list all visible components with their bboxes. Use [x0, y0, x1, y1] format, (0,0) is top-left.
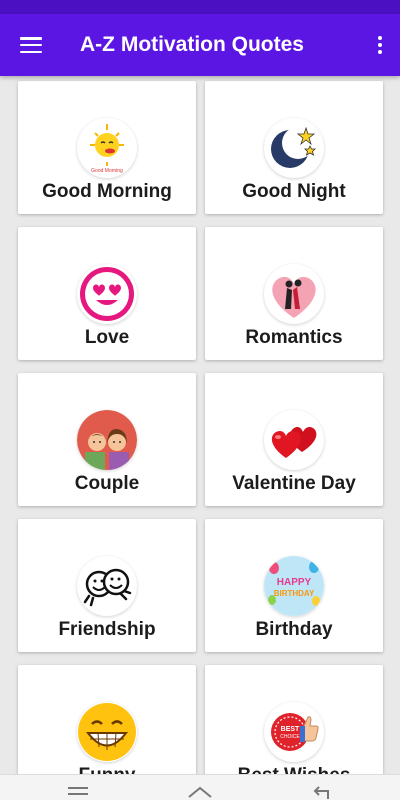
category-label: Couple	[74, 473, 140, 494]
back-icon[interactable]	[312, 785, 332, 800]
heart-eyes-emoji-icon	[77, 264, 137, 324]
app-bar: A-Z Motivation Quotes	[0, 14, 400, 76]
category-card-romantics[interactable]: Romantics	[205, 227, 383, 360]
badge-icon-text-2: CHOICE	[280, 734, 300, 740]
couple-icon	[77, 410, 137, 470]
category-label: Funny	[18, 765, 196, 774]
sun-icon: Good Morning	[77, 118, 137, 178]
category-label: Love	[84, 327, 130, 348]
hamburger-icon	[20, 37, 42, 53]
home-icon[interactable]	[187, 785, 213, 800]
category-card-birthday[interactable]: HAPPY BIRTHDAY Birthday	[205, 519, 383, 652]
category-grid: Good Morning Good Morning Good Night Lov…	[0, 76, 400, 774]
category-card-valentine-day[interactable]: Valentine Day	[205, 373, 383, 506]
thumbs-up-badge-icon: BEST CHOICE	[264, 702, 324, 762]
birthday-icon-text-2: BIRTHDAY	[274, 589, 315, 598]
birthday-icon-text-1: HAPPY	[277, 577, 312, 588]
couple-heart-icon	[264, 264, 324, 324]
more-options-button[interactable]	[360, 14, 400, 76]
birthday-balloons-icon: HAPPY BIRTHDAY	[264, 556, 324, 616]
app-title: A-Z Motivation Quotes	[80, 33, 304, 56]
category-card-good-morning[interactable]: Good Morning Good Morning	[18, 81, 196, 214]
friends-faces-icon	[77, 556, 137, 616]
status-bar	[0, 0, 400, 14]
category-label: Good Night	[242, 181, 346, 202]
category-card-good-night[interactable]: Good Night	[205, 81, 383, 214]
moon-stars-icon	[264, 118, 324, 178]
menu-icon[interactable]	[68, 785, 88, 800]
category-card-couple[interactable]: Couple	[18, 373, 196, 506]
category-label: Friendship	[58, 619, 156, 640]
menu-button[interactable]	[0, 14, 62, 76]
category-label: Good Morning	[42, 181, 172, 202]
category-card-funny[interactable]: Funny	[18, 665, 196, 774]
grinning-face-icon	[77, 702, 137, 762]
category-label: Best Wishes	[205, 765, 383, 774]
category-label: Birthday	[255, 619, 333, 640]
category-card-friendship[interactable]: Friendship	[18, 519, 196, 652]
more-vert-icon	[378, 36, 382, 54]
system-nav-bar	[0, 774, 400, 800]
sun-icon-text: Good Morning	[91, 168, 123, 174]
category-label: Romantics	[245, 327, 343, 348]
two-hearts-icon	[264, 410, 324, 470]
badge-icon-text-1: BEST	[281, 726, 300, 733]
category-label: Valentine Day	[232, 473, 356, 494]
category-card-love[interactable]: Love	[18, 227, 196, 360]
category-card-best-wishes[interactable]: BEST CHOICE Best Wishes	[205, 665, 383, 774]
